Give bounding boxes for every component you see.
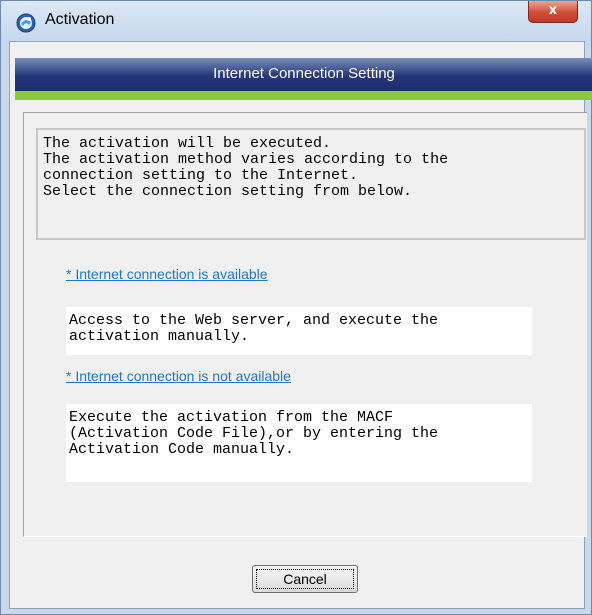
- intro-message-box: The activation will be executed. The act…: [36, 128, 586, 240]
- internet-not-available-link[interactable]: * Internet connection is not available: [66, 368, 291, 384]
- banner-title: Internet Connection Setting: [213, 65, 395, 82]
- banner-accent-bar: [15, 91, 592, 100]
- window-title: Activation: [45, 11, 115, 28]
- title-bar[interactable]: Activation x: [1, 1, 591, 41]
- internet-not-available-description: Execute the activation from the MACF (Ac…: [69, 409, 439, 458]
- internet-available-description: Access to the Web server, and execute th…: [69, 312, 439, 345]
- close-button[interactable]: x: [528, 1, 578, 23]
- activation-globe-icon: [16, 13, 36, 33]
- cancel-button[interactable]: Cancel: [252, 565, 358, 593]
- internet-not-available-description-box: Execute the activation from the MACF (Ac…: [66, 404, 532, 482]
- internet-available-description-box: Access to the Web server, and execute th…: [66, 307, 532, 355]
- internet-available-link[interactable]: * Internet connection is available: [66, 266, 268, 282]
- section-banner: Internet Connection Setting: [15, 58, 592, 91]
- cancel-button-label: Cancel: [283, 571, 327, 587]
- intro-message: The activation will be executed. The act…: [43, 135, 449, 200]
- close-icon: x: [548, 3, 558, 18]
